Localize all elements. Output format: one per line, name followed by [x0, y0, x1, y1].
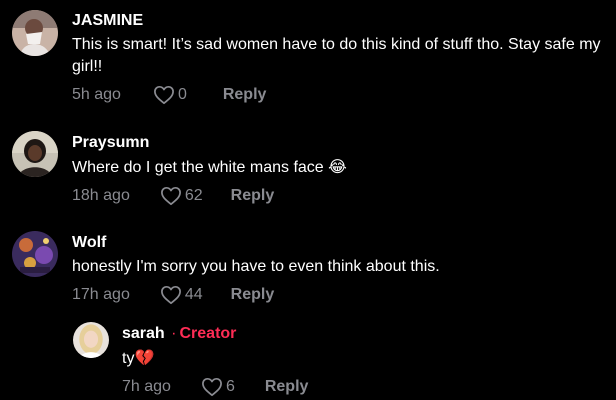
like-button[interactable]: 6 [201, 377, 235, 397]
heart-icon [153, 85, 174, 105]
timestamp: 17h ago [72, 286, 130, 303]
user-avatar-icon [12, 131, 58, 177]
timestamp: 18h ago [72, 187, 130, 204]
laughing-emoji: 😂 [328, 157, 347, 176]
reply-content: sarah · Creator ty💔 7h ago 6 Reply [122, 324, 612, 398]
user-avatar-icon [12, 231, 58, 277]
broken-heart-emoji: 💔 [134, 348, 155, 367]
creator-label: Creator [179, 325, 237, 342]
reply-text: ty💔 [122, 347, 612, 370]
like-count: 44 [184, 286, 203, 303]
reply-button[interactable]: Reply [231, 286, 275, 304]
comment-text: Where do I get the white mans face 😂 [72, 156, 612, 179]
comment-content: Praysumn Where do I get the white mans f… [72, 133, 612, 207]
comment-content: Wolf honestly I'm sorry you have to even… [72, 233, 612, 306]
comment-text-body: Where do I get the white mans face [72, 159, 324, 176]
avatar[interactable] [12, 10, 58, 56]
reply-button[interactable]: Reply [231, 187, 275, 205]
username[interactable]: sarah [122, 325, 165, 342]
creator-badge: · Creator [169, 325, 236, 342]
like-count: 6 [225, 378, 235, 395]
like-button[interactable]: 62 [160, 186, 203, 206]
avatar[interactable] [73, 322, 109, 358]
heart-icon [160, 186, 181, 206]
reply-meta: 7h ago 6 Reply [122, 376, 612, 398]
reply-button[interactable]: Reply [265, 378, 309, 396]
comment-text: honestly I'm sorry you have to even thin… [72, 258, 440, 275]
like-button[interactable]: 44 [160, 285, 203, 305]
heart-icon [201, 377, 222, 397]
comment-content: JASMINE This is smart! It’s sad women ha… [72, 11, 612, 106]
timestamp: 5h ago [72, 86, 121, 103]
user-avatar-icon [73, 322, 109, 358]
user-avatar-icon [12, 10, 58, 56]
like-count: 0 [177, 86, 187, 103]
comment-meta: 18h ago 62 Reply [72, 185, 612, 207]
avatar[interactable] [12, 131, 58, 177]
like-count: 62 [184, 187, 203, 204]
badge-separator: · [171, 325, 177, 342]
reply-button[interactable]: Reply [223, 86, 267, 104]
username[interactable]: Praysumn [72, 133, 612, 153]
like-button[interactable]: 0 [153, 85, 187, 105]
comment-meta: 17h ago 44 Reply [72, 284, 612, 306]
reply-text-body: ty [122, 350, 135, 367]
comment-text: This is smart! It’s sad women have to do… [72, 36, 601, 75]
username[interactable]: JASMINE [72, 11, 612, 31]
reply-header: sarah · Creator [122, 324, 612, 344]
username[interactable]: Wolf [72, 233, 612, 253]
timestamp: 7h ago [122, 378, 171, 395]
avatar[interactable] [12, 231, 58, 277]
heart-icon [160, 285, 181, 305]
comment-meta: 5h ago 0 Reply [72, 84, 612, 106]
